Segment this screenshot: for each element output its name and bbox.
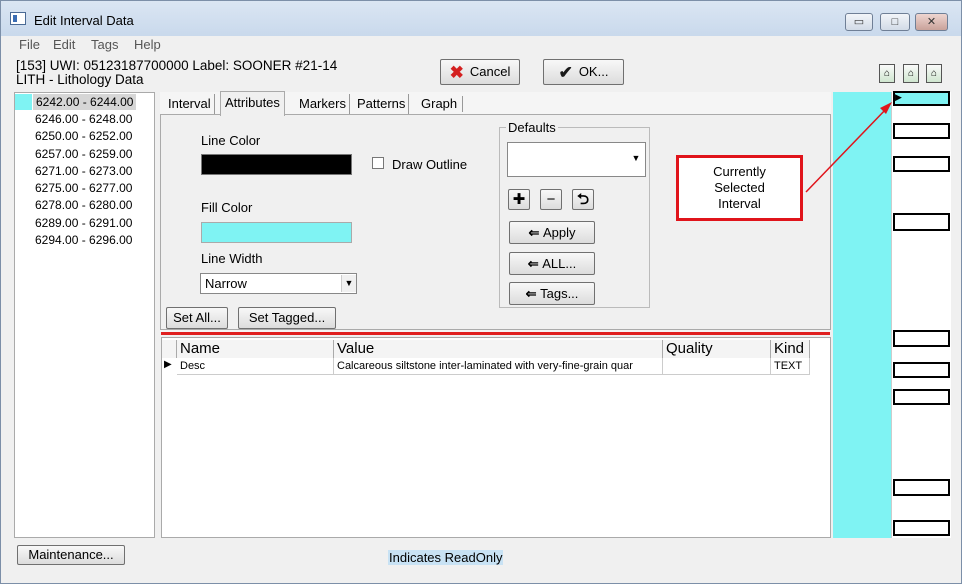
callout-arrow (805, 102, 892, 193)
maintenance-button[interactable]: Maintenance... (17, 545, 125, 565)
readonly-indicator: Indicates ReadOnly (388, 550, 504, 565)
